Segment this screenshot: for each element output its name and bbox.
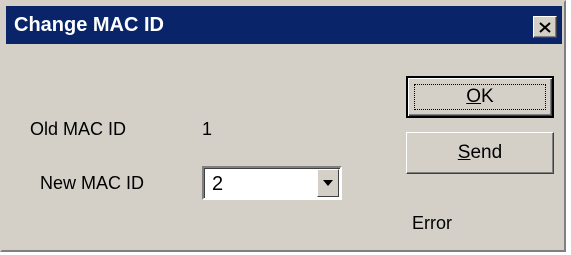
title-bar[interactable]: Change MAC ID: [6, 6, 562, 44]
old-mac-id-label: Old MAC ID: [30, 119, 127, 139]
send-button[interactable]: Send: [406, 132, 554, 174]
send-mnemonic: S: [457, 142, 471, 163]
status-text: Error: [412, 213, 452, 233]
chevron-down-icon: [323, 180, 333, 186]
ok-button[interactable]: OK: [406, 76, 554, 118]
send-button-label: Send: [458, 142, 502, 164]
ok-mnemonic: O: [466, 86, 482, 107]
new-mac-id-select[interactable]: 2: [202, 166, 342, 200]
dropdown-button[interactable]: [317, 169, 339, 197]
new-mac-id-value: 2: [212, 173, 224, 195]
change-mac-id-dialog: Change MAC ID Old MAC ID 1 New MAC ID 2 …: [0, 0, 566, 252]
old-mac-id-value: 1: [202, 119, 213, 139]
close-button[interactable]: [533, 16, 557, 38]
send-label-rest: end: [470, 142, 503, 163]
new-mac-id-label: New MAC ID: [40, 173, 145, 193]
close-icon: [539, 21, 551, 33]
dialog-title: Change MAC ID: [14, 14, 164, 36]
ok-label-rest: K: [481, 86, 494, 107]
ok-button-label: OK: [466, 86, 493, 108]
